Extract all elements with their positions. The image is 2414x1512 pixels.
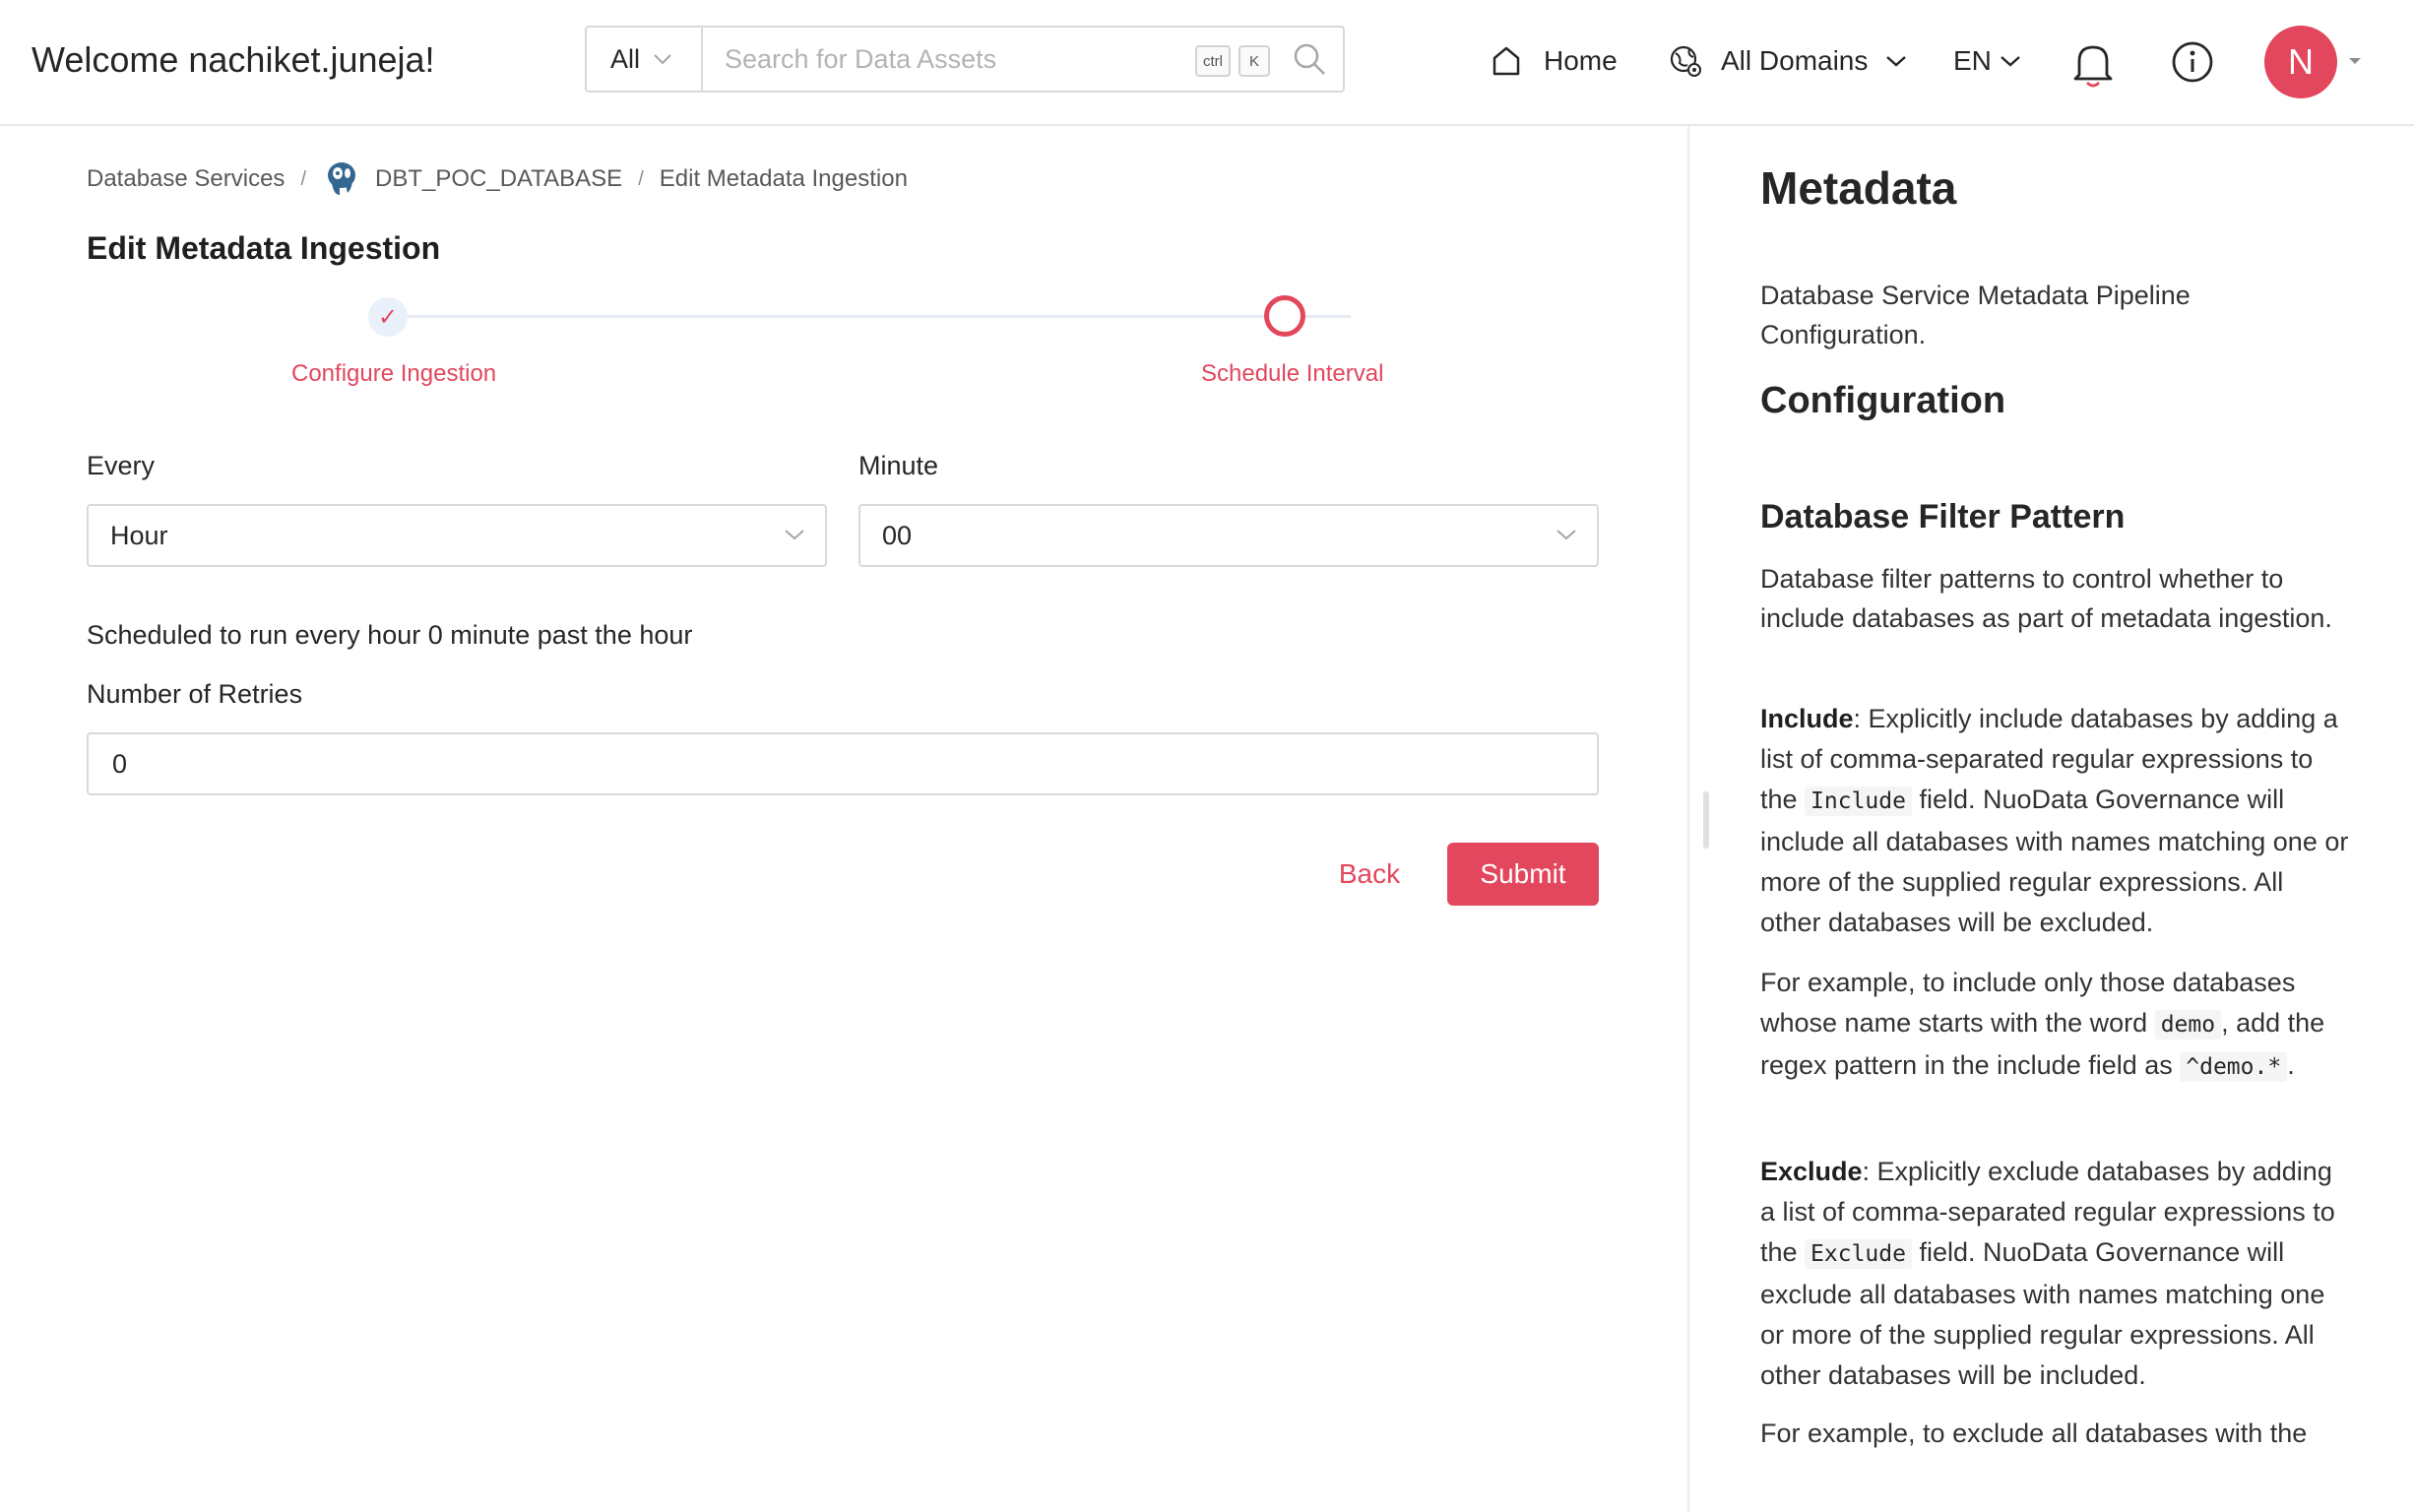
doc-title: Metadata (1760, 162, 1957, 214)
global-search: All ctrl K (585, 26, 1345, 93)
doc-include-term: Include (1760, 704, 1854, 733)
doc-exclude-paragraph: Exclude: Explicitly exclude databases by… (1760, 1152, 2351, 1396)
info-icon[interactable] (2170, 39, 2215, 85)
search-icon[interactable] (1292, 41, 1327, 77)
doc-example1-code-2: ^demo.* (2180, 1052, 2288, 1082)
shortcut-ctrl-key: ctrl (1195, 45, 1231, 77)
breadcrumb-current: Edit Metadata Ingestion (659, 165, 908, 192)
step-configure-ingestion[interactable]: ✓ (368, 297, 408, 337)
doc-filter-heading: Database Filter Pattern (1760, 498, 2126, 536)
submit-button[interactable]: Submit (1447, 843, 1599, 906)
doc-exclude-code: Exclude (1805, 1239, 1912, 1269)
search-scope-dropdown[interactable]: All (587, 28, 703, 91)
chevron-down-icon (1556, 530, 1576, 540)
every-label: Every (87, 451, 156, 480)
breadcrumb-service[interactable]: DBT_POC_DATABASE (375, 165, 622, 193)
schedule-summary: Scheduled to run every hour 0 minute pas… (87, 620, 693, 650)
panel-resize-handle[interactable] (1703, 791, 1709, 849)
nav-home-label: Home (1544, 45, 1618, 76)
step-schedule-interval (1264, 295, 1305, 337)
breadcrumb-separator: / (300, 167, 306, 190)
breadcrumb-separator: / (638, 167, 644, 190)
language-label: EN (1953, 45, 1992, 76)
doc-example1-code-1: demo (2154, 1010, 2222, 1040)
chevron-down-icon (2001, 56, 2020, 67)
doc-example-include: For example, to include only those datab… (1760, 963, 2351, 1088)
doc-exclude-term: Exclude (1760, 1157, 1863, 1186)
every-select-value: Hour (110, 520, 168, 550)
stepper-connector (406, 315, 1351, 318)
nav-home[interactable]: Home (1491, 35, 1618, 87)
retries-input[interactable] (87, 732, 1599, 795)
every-select[interactable]: Hour (87, 504, 827, 567)
minute-select[interactable]: 00 (858, 504, 1599, 567)
page-title: Edit Metadata Ingestion (87, 230, 441, 266)
user-avatar[interactable]: N (2264, 26, 2337, 98)
welcome-message: Welcome nachiket.juneja! (32, 39, 435, 80)
bell-icon[interactable] (2071, 39, 2115, 89)
minute-label: Minute (858, 451, 939, 480)
search-scope-label: All (610, 43, 641, 74)
shortcut-k-key: K (1239, 45, 1270, 77)
retries-label: Number of Retries (87, 679, 303, 709)
chevron-down-icon (654, 54, 671, 65)
domains-icon (1670, 45, 1701, 77)
doc-include-code: Include (1805, 787, 1912, 816)
home-icon (1493, 46, 1520, 76)
step-label-schedule: Schedule Interval (1201, 360, 1384, 387)
top-header: Welcome nachiket.juneja! All ctrl K Home (0, 0, 2414, 126)
chevron-down-icon (785, 530, 804, 540)
breadcrumb-database-services[interactable]: Database Services (87, 165, 285, 193)
chevron-down-icon (1886, 56, 1907, 67)
doc-intro: Database Service Metadata Pipeline Confi… (1760, 281, 2191, 349)
postgres-icon (328, 162, 355, 195)
doc-include-paragraph: Include: Explicitly include databases by… (1760, 699, 2351, 943)
doc-example1-text-3: . (2287, 1050, 2295, 1080)
nav-domains-dropdown[interactable]: All Domains (1668, 35, 1907, 87)
doc-example-exclude: For example, to exclude all databases wi… (1760, 1418, 2308, 1448)
doc-config-heading: Configuration (1760, 380, 2006, 421)
check-icon: ✓ (377, 303, 399, 331)
language-dropdown[interactable]: EN (1953, 35, 2021, 87)
caret-down-icon[interactable] (2347, 55, 2363, 67)
ingestion-stepper: ✓ Configure Ingestion Schedule Interval (87, 293, 1603, 402)
nav-domains-label: All Domains (1721, 45, 1869, 76)
breadcrumb: Database Services / DBT_POC_DATABASE / E… (87, 159, 908, 199)
doc-filter-description: Database filter patterns to control whet… (1760, 564, 2332, 633)
back-button[interactable]: Back (1319, 843, 1420, 906)
step-label-configure: Configure Ingestion (291, 360, 497, 387)
minute-select-value: 00 (882, 520, 913, 550)
panel-divider (1687, 126, 1689, 1512)
